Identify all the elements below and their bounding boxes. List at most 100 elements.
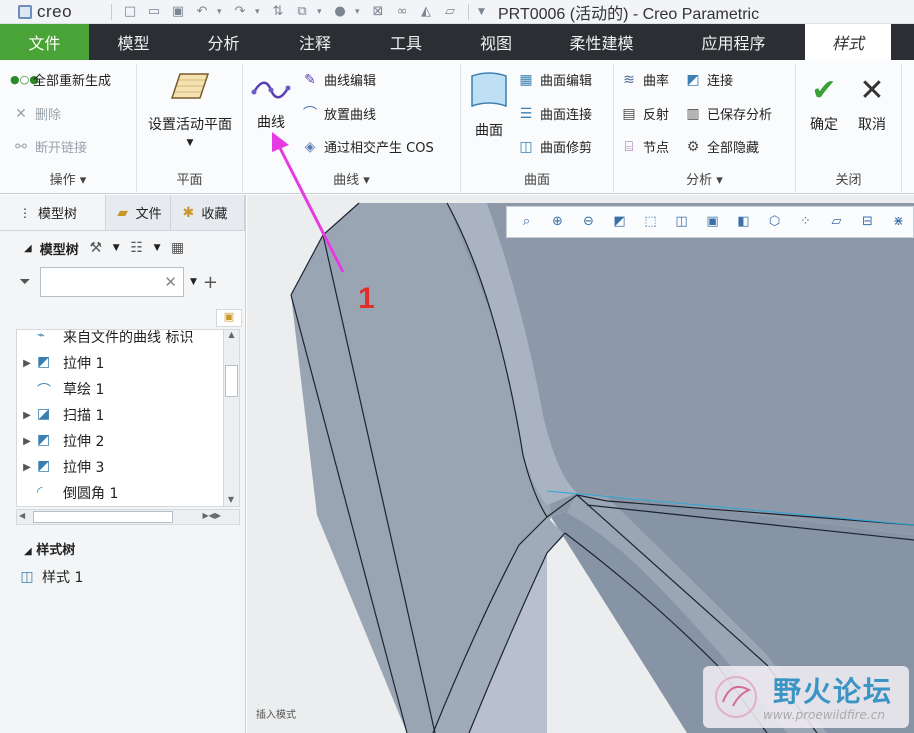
tab-file[interactable]: 文件 bbox=[0, 24, 89, 60]
tree-horizontal-scrollbar[interactable]: ◀ ▶◀▶ bbox=[16, 509, 240, 525]
refit-icon[interactable]: ⌕ bbox=[513, 211, 540, 233]
cos-intersect-button[interactable]: ◈ 通过相交产生 COS bbox=[301, 137, 434, 157]
tab-style[interactable]: 样式 bbox=[805, 24, 891, 60]
point-display-icon[interactable]: ⋇ bbox=[885, 211, 912, 233]
place-curve-button[interactable]: ⌒ 放置曲线 bbox=[301, 104, 376, 124]
tab-folder-browser[interactable]: ▰ 文件 bbox=[106, 195, 172, 230]
windows-dropdown-icon[interactable]: ▾ bbox=[317, 7, 325, 17]
reflection-button[interactable]: ▤ 反射 bbox=[620, 104, 669, 124]
display-style-icon[interactable]: ▣ bbox=[699, 211, 726, 233]
add-filter-icon[interactable]: + bbox=[203, 272, 218, 293]
tree-columns-icon[interactable]: ▣ bbox=[216, 309, 242, 327]
surface-connect-button[interactable]: ☰ 曲面连接 bbox=[517, 104, 592, 124]
scroll-left-icon[interactable]: ◀ bbox=[19, 511, 25, 520]
scroll-right-icon[interactable]: ▶◀▶ bbox=[203, 511, 221, 520]
tree-item[interactable]: ⌁ 来自文件的曲线 标识 bbox=[17, 330, 239, 350]
surface-button[interactable]: 曲面 bbox=[465, 70, 513, 140]
sphere-dropdown-icon[interactable]: ▾ bbox=[355, 7, 363, 17]
ok-button[interactable]: ✔ 确定 bbox=[802, 74, 846, 134]
view-manager-icon[interactable]: ◫ bbox=[668, 211, 695, 233]
graphics-viewport[interactable]: 插入模式 bbox=[247, 195, 914, 733]
cancel-button[interactable]: ✕ 取消 bbox=[850, 74, 894, 134]
connect-analysis-button[interactable]: ◩ 连接 bbox=[684, 70, 733, 90]
saved-analysis-button[interactable]: ▥ 已保存分析 bbox=[684, 104, 772, 124]
sphere-icon[interactable]: ● bbox=[331, 4, 349, 20]
tab-applications[interactable]: 应用程序 bbox=[662, 24, 805, 60]
redo-dropdown-icon[interactable]: ▾ bbox=[255, 7, 263, 17]
zoom-out-icon[interactable]: ⊖ bbox=[575, 211, 602, 233]
windows-icon[interactable]: ⧉ bbox=[293, 4, 311, 20]
filter-funnel-icon[interactable]: ⏷ bbox=[16, 273, 34, 291]
tab-annotate[interactable]: 注释 bbox=[269, 24, 361, 60]
expand-arrow-icon[interactable]: ▶ bbox=[17, 436, 37, 447]
close-window-icon[interactable]: ⊠ bbox=[369, 4, 387, 20]
show-list-icon[interactable]: ☷ bbox=[128, 239, 146, 257]
curvature-button[interactable]: ≋ 曲率 bbox=[620, 70, 669, 90]
node-button[interactable]: ⌸ 节点 bbox=[620, 137, 669, 157]
hide-all-button[interactable]: ⚙ 全部隐藏 bbox=[684, 137, 759, 157]
surface-trim-button[interactable]: ◫ 曲面修剪 bbox=[517, 137, 592, 157]
tree-item[interactable]: ▶ ◩ 拉伸 1 bbox=[17, 350, 239, 376]
set-active-plane-button[interactable]: 设置活动平面 ▼ bbox=[143, 70, 237, 148]
axis-display-icon[interactable]: ⊟ bbox=[854, 211, 881, 233]
operations-group-label[interactable]: 操作 ▾ bbox=[0, 169, 136, 188]
settings-dropdown-icon[interactable]: ▼ bbox=[113, 243, 120, 253]
zoom-in-icon[interactable]: ⊕ bbox=[544, 211, 571, 233]
plane-icon[interactable]: ▱ bbox=[441, 4, 459, 20]
appearance-icon[interactable]: ⬡ bbox=[761, 211, 788, 233]
hscroll-thumb[interactable] bbox=[33, 511, 173, 523]
tree-item[interactable]: ⌒ 草绘 1 bbox=[17, 376, 239, 402]
break-link-button[interactable]: ⚯ 断开链接 bbox=[12, 137, 87, 157]
expand-arrow-icon[interactable]: ▶ bbox=[17, 358, 37, 369]
measure-icon[interactable]: ◭ bbox=[417, 4, 435, 20]
tree-filter-icon[interactable]: ▦ bbox=[169, 239, 187, 257]
curves-group-label[interactable]: 曲线 ▾ bbox=[243, 169, 460, 188]
redo-icon[interactable]: ↷ bbox=[231, 4, 249, 20]
search-input[interactable]: ✕ bbox=[40, 267, 184, 297]
delete-button[interactable]: ✕ 删除 bbox=[12, 104, 61, 124]
set-active-plane-dropdown-icon[interactable]: ▼ bbox=[143, 138, 237, 148]
tree-item[interactable]: ▶ ◪ 扫描 1 bbox=[17, 402, 239, 428]
surface-edit-button[interactable]: ▦ 曲面编辑 bbox=[517, 70, 592, 90]
tab-analysis[interactable]: 分析 bbox=[178, 24, 269, 60]
tree-vertical-scrollbar[interactable]: ▲ ▼ bbox=[223, 330, 239, 506]
tree-item[interactable]: ▶ ◩ 拉伸 2 bbox=[17, 428, 239, 454]
expand-arrow-icon[interactable]: ▶ bbox=[17, 410, 37, 421]
regenerate-all-button[interactable]: ●○● 全部重新生成 bbox=[10, 70, 111, 90]
analysis-group-label[interactable]: 分析 ▾ bbox=[614, 169, 795, 188]
collapse-arrow-icon[interactable]: ◢ bbox=[24, 243, 32, 254]
search-dropdown-icon[interactable]: ▼ bbox=[190, 277, 197, 287]
tab-tools[interactable]: 工具 bbox=[361, 24, 451, 60]
new-file-icon[interactable]: □ bbox=[121, 4, 139, 20]
scroll-up-icon[interactable]: ▲ bbox=[224, 330, 239, 339]
scroll-down-icon[interactable]: ▼ bbox=[224, 495, 238, 504]
tab-favorites[interactable]: ✱ 收藏 bbox=[171, 195, 245, 230]
datum-display-icon[interactable]: ⁘ bbox=[792, 211, 819, 233]
save-icon[interactable]: ▣ bbox=[169, 4, 187, 20]
style-tree-item[interactable]: ◫ 样式 1 bbox=[18, 567, 83, 587]
regenerate-icon[interactable]: ⇅ bbox=[269, 4, 287, 20]
tab-model-tree[interactable]: ⋮ 模型树 bbox=[0, 195, 106, 230]
expand-arrow-icon[interactable]: ▶ bbox=[17, 462, 37, 473]
tab-view[interactable]: 视图 bbox=[451, 24, 541, 60]
glasses-icon[interactable]: ∞ bbox=[393, 4, 411, 20]
repaint-icon[interactable]: ◩ bbox=[606, 211, 633, 233]
settings-tools-icon[interactable]: ⚒ bbox=[87, 239, 105, 257]
tree-item[interactable]: ▶ ◩ 拉伸 3 bbox=[17, 454, 239, 480]
scroll-thumb[interactable] bbox=[225, 365, 238, 397]
undo-icon[interactable]: ↶ bbox=[193, 4, 211, 20]
qat-customize-dropdown-icon[interactable]: ▼ bbox=[478, 7, 486, 17]
tab-flexible-modeling[interactable]: 柔性建模 bbox=[541, 24, 662, 60]
perspective-icon[interactable]: ◧ bbox=[730, 211, 757, 233]
curve-edit-button[interactable]: ✎ 曲线编辑 bbox=[301, 70, 376, 90]
tab-model[interactable]: 模型 bbox=[89, 24, 178, 60]
undo-dropdown-icon[interactable]: ▾ bbox=[217, 7, 225, 17]
show-dropdown-icon[interactable]: ▼ bbox=[154, 243, 161, 253]
plane-display-icon[interactable]: ▱ bbox=[823, 211, 850, 233]
tree-item[interactable]: ◜ 倒圆角 1 bbox=[17, 480, 239, 506]
curve-button[interactable]: 曲线 bbox=[249, 78, 293, 132]
clear-search-icon[interactable]: ✕ bbox=[164, 273, 177, 291]
collapse-arrow-icon[interactable]: ◢ bbox=[24, 546, 32, 557]
open-file-icon[interactable]: ▭ bbox=[145, 4, 163, 20]
saved-orientations-icon[interactable]: ⬚ bbox=[637, 211, 664, 233]
